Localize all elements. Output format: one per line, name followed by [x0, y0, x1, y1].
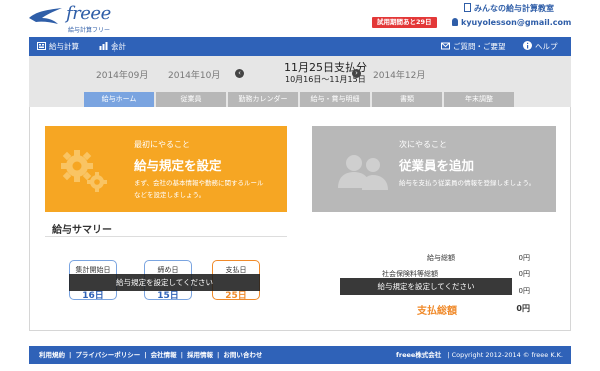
month-link-next1[interactable]: 2014年12月 — [373, 68, 425, 81]
users-icon — [338, 155, 388, 190]
calculator-icon — [37, 42, 46, 50]
main-nav: 給与計算 会計 ご質問・ご要望 ヘルプ — [29, 37, 571, 56]
gross-pay-label: 給与総額 — [427, 254, 455, 262]
tab-year-end-adjustment[interactable]: 年末調整 — [444, 92, 514, 107]
tab-employees[interactable]: 従業員 — [156, 92, 226, 107]
user-email: kyuyolesson@gmail.com — [461, 18, 572, 27]
total-payment-label: 支払総額 — [417, 306, 457, 317]
footer-separator: | — [69, 351, 72, 359]
footer-separator: | — [144, 351, 147, 359]
prev-month-arrow-icon[interactable]: ‹ — [235, 69, 244, 78]
office-name: みんなの給与計算教室 — [474, 4, 554, 13]
tab-work-calendar[interactable]: 勤務カレンダー — [228, 92, 298, 107]
user-icon — [452, 18, 458, 26]
month-link-prev1[interactable]: 2014年10月 — [168, 68, 220, 81]
footer-link-company[interactable]: 会社情報 — [151, 351, 177, 359]
site-footer: 利用規約 | プライバシーポリシー | 会社情報 | 採用情報 | お問い合わせ freee株式… — [29, 346, 571, 364]
footer-copyright: freee株式会社 | Copyright 2012-2014 © freee K… — [396, 346, 563, 364]
first-task-title: 給与規定を設定 — [134, 158, 222, 173]
payroll-summary-title: 給与サマリー — [52, 225, 112, 236]
month-selector: 2014年09月 2014年10月 ‹ 11月25日支払分 10月16日〜11月… — [29, 56, 571, 92]
gear-icon — [61, 150, 107, 192]
first-task-desc-line1: まず、会社の基本情報や勤務に関するルール — [134, 179, 264, 187]
tab-payroll-home[interactable]: 給与ホーム — [84, 92, 154, 107]
nav-help-label: ヘルプ — [535, 42, 558, 51]
mail-icon — [441, 42, 450, 50]
next-month-arrow-icon[interactable]: › — [352, 69, 361, 78]
setup-required-tooltip-left: 給与規定を設定してください — [69, 274, 260, 291]
gross-pay-value: 0円 — [518, 254, 530, 262]
logo-subtitle: 給与計算フリー — [68, 27, 111, 34]
summary-divider — [45, 236, 287, 237]
footer-separator: | — [217, 351, 220, 359]
nav-accounting[interactable]: 会計 — [99, 37, 126, 56]
footer-separator: | — [180, 351, 183, 359]
section-tabs: 給与ホーム 従業員 勤務カレンダー 給与・賞与明細 書類 年末調整 — [29, 92, 571, 107]
info-icon — [523, 41, 532, 50]
tab-documents[interactable]: 書類 — [372, 92, 442, 107]
first-task-card[interactable]: 最初にやること 給与規定を設定 まず、会社の基本情報や勤務に関するルール などを… — [45, 126, 287, 212]
first-task-desc-line2: などを設定しましょう。 — [134, 191, 206, 199]
freee-logo[interactable]: freee 給与計算フリー — [28, 3, 148, 35]
bar-chart-icon — [99, 42, 108, 50]
footer-link-terms[interactable]: 利用規約 — [39, 351, 65, 359]
next-task-kicker: 次にやること — [399, 140, 447, 149]
footer-link-privacy[interactable]: プライバシーポリシー — [75, 351, 140, 359]
footer-copyright-text: Copyright 2012-2014 © freee K.K. — [451, 351, 563, 359]
tab-payslips[interactable]: 給与・賞与明細 — [300, 92, 370, 107]
footer-link-contact[interactable]: お問い合わせ — [223, 351, 262, 359]
app-header: freee 給与計算フリー みんなの給与計算教室 試用期間あと29日 kyuyo… — [0, 0, 600, 37]
building-icon — [464, 3, 471, 12]
swallow-bird-icon — [29, 8, 62, 24]
month-link-prev2[interactable]: 2014年09月 — [96, 68, 148, 81]
next-task-title: 従業員を追加 — [399, 158, 475, 173]
next-task-desc: 給与を支払う従業員の情報を登録しましょう。 — [399, 179, 536, 187]
logo-wordmark: freee — [66, 3, 111, 24]
nav-contact-label: ご質問・ご要望 — [453, 42, 506, 51]
total-payment-value: 0円 — [516, 304, 530, 313]
footer-links: 利用規約 | プライバシーポリシー | 会社情報 | 採用情報 | お問い合わせ — [39, 346, 262, 364]
nav-contact[interactable]: ご質問・ご要望 — [441, 37, 506, 56]
nav-payroll[interactable]: 給与計算 — [37, 37, 79, 56]
nav-payroll-label: 給与計算 — [49, 42, 79, 51]
nav-accounting-label: 会計 — [111, 42, 126, 51]
office-name-link[interactable]: みんなの給与計算教室 — [464, 3, 554, 14]
trial-badge: 試用期間あと29日 — [372, 17, 437, 28]
user-account-link[interactable]: kyuyolesson@gmail.com — [452, 18, 571, 27]
footer-link-careers[interactable]: 採用情報 — [187, 351, 213, 359]
footer-company: freee株式会社 — [396, 351, 442, 359]
nav-help[interactable]: ヘルプ — [523, 37, 558, 56]
first-task-kicker: 最初にやること — [134, 140, 190, 149]
next-task-card[interactable]: 次にやること 従業員を追加 給与を支払う従業員の情報を登録しましょう。 — [312, 126, 556, 212]
setup-required-tooltip-right: 給与規定を設定してください — [340, 278, 512, 295]
